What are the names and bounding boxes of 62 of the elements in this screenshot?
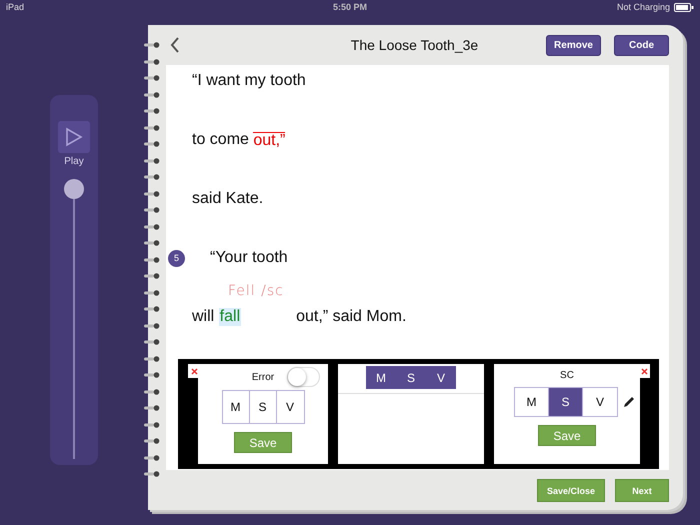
play-icon [65,127,83,147]
toggle-switch[interactable] [287,367,320,387]
story-text: out,” said Mom. [296,308,406,326]
charging-status: Not Charging [616,2,670,12]
binding-ring-icon [144,405,160,411]
binding-ring-icon [144,306,160,312]
binding-ring-icon [144,75,160,81]
binding-ring-icon [144,471,160,477]
binding-ring-icon [144,174,160,180]
binding-ring-icon [144,256,160,262]
line-number-badge: 5 [168,250,185,266]
play-label: Play [64,156,84,167]
cue-button[interactable]: M [366,366,396,389]
story-text: to come [192,131,250,149]
card-label: SC [560,370,574,381]
binding-ring-icon [144,108,160,114]
binding-ring-icon [144,356,160,362]
play-button[interactable] [58,121,90,153]
document-title: The Loose Tooth_3e [350,37,478,53]
cue-button[interactable]: V [426,366,456,389]
binding-ring-icon [144,322,160,328]
binding-ring-icon [144,92,160,98]
handwritten-note: Fell /sc [228,283,284,299]
binding-ring-icon [144,339,160,345]
binding-ring-icon [144,438,160,444]
binding-ring-icon [144,290,160,296]
binding-ring-icon [144,158,160,164]
clock-time: 5:50 PM [333,2,367,12]
story-text: said Kate. [192,190,264,208]
story-text: “I want my tooth [192,72,306,90]
error-word: out,” [253,132,286,148]
close-icon [640,368,648,374]
device-label: iPad [6,2,24,12]
binding-ring-icon [144,273,160,279]
cue-button[interactable]: S [396,366,426,389]
story-text: “Your tooth [210,249,288,267]
binding-ring-icon [144,58,160,64]
battery-icon [674,2,694,12]
binding-ring-icon [144,224,160,230]
card-label: Error [252,372,274,382]
back-icon [170,37,180,53]
binding-ring-icon [144,388,160,394]
binding-ring-icon [144,141,160,147]
corrected-word: fall [218,308,242,326]
cue-button[interactable]: S [549,388,583,416]
binding-ring-icon [144,240,160,246]
binding-ring-icon [144,124,160,130]
slider-thumb[interactable] [64,179,84,199]
close-icon [190,368,198,374]
binding-ring-icon [144,207,160,213]
binding-ring-icon [144,190,160,196]
story-text: will [192,308,216,326]
binding-ring-icon [144,422,160,428]
close-button[interactable] [188,364,200,378]
header-button[interactable]: Remove [546,34,601,56]
header-button[interactable]: Code [614,34,669,56]
pencil-icon [622,395,636,409]
binding-ring-icon [144,454,160,460]
close-button[interactable] [638,364,650,378]
edit-button[interactable] [622,395,636,409]
binding-ring-icon [144,372,160,378]
binding-ring-icon [144,42,160,48]
